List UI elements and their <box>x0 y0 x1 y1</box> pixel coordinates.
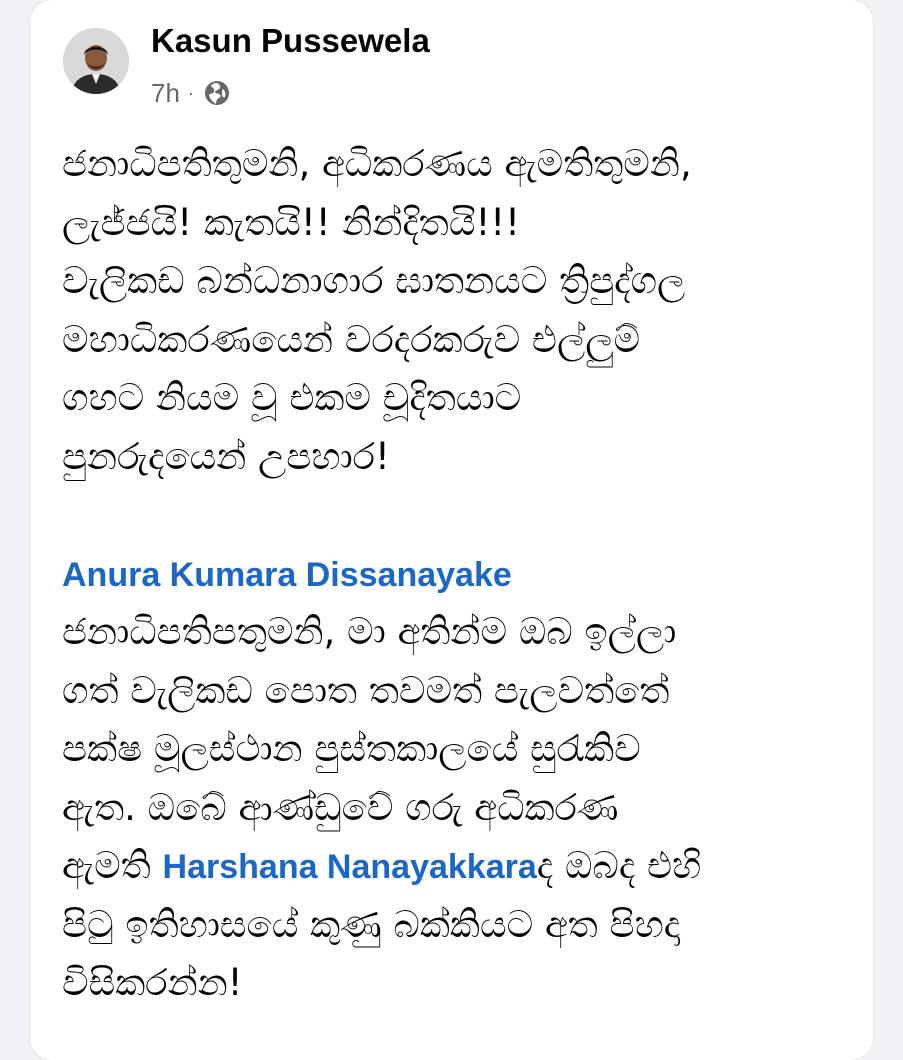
mention-line: Anura Kumara Dissanayake <box>62 545 842 604</box>
mention-harshana-link[interactable]: Harshana Nanayakkara <box>163 848 537 886</box>
post-line: පිටු ඉතිහාසයේ කුණු බක්කියට අත පිහදා <box>62 902 681 946</box>
post-text-fragment: ද ඔබද එහි <box>536 844 702 887</box>
post-line: විසිකරන්න! <box>62 961 243 1004</box>
post-line: වැලිකඩ බන්ධනාගාර ඝාතනයට ත්‍රිපුද්ගල <box>62 259 686 302</box>
post-line: පුනරුදයෙන් උපහාර! <box>62 434 390 478</box>
post-line: ගත් වැලිකඩ පොත තවමත් පැලවත්තේ <box>62 668 670 712</box>
post-line: ගහට නියම වූ එකම චූදිතයාට <box>62 376 522 419</box>
post-line: පක්ෂ මූලස්ථාන පුස්තකාලයේ සුරැකිව <box>62 727 641 770</box>
post-text-fragment: ඇමති <box>62 844 163 887</box>
post-line: ඇත. ඔබේ ආණ්ඩුවේ ගරු අධිකරණ <box>62 785 619 829</box>
author-name[interactable]: Kasun Pussewela <box>151 22 430 60</box>
post-line: ලැජ්ජයි! කැතයි!! නින්දිතයි!!! <box>62 200 520 244</box>
post-line: ජනාධිපතිපතුමනි, මා අතින්ම ඔබ ඉල්ලා <box>62 610 677 653</box>
post-meta: 7h · <box>151 76 230 110</box>
post-body: ජනාධිපතිතුමනි, අධිකරණය ඇමතිතුමනි, ලැජ්ජය… <box>62 135 842 1013</box>
mention-line: ඇමති Harshana Nanayakkaraද ඔබද එහි <box>62 837 842 896</box>
post-card: Kasun Pussewela 7h · ජනාධිපතිතුමනි, අධික… <box>30 0 873 1060</box>
globe-icon[interactable] <box>204 80 230 106</box>
mention-anura-link[interactable]: Anura Kumara Dissanayake <box>62 556 512 594</box>
author-avatar[interactable] <box>63 28 129 94</box>
post-line: මහාධිකරණයෙන් වරදරකරුව එල්ලුම් <box>62 317 641 361</box>
meta-separator: · <box>187 82 194 103</box>
post-line: ජනාධිපතිතුමනි, අධිකරණය ඇමතිතුමනි, <box>62 142 692 185</box>
post-timestamp[interactable]: 7h <box>151 78 180 109</box>
